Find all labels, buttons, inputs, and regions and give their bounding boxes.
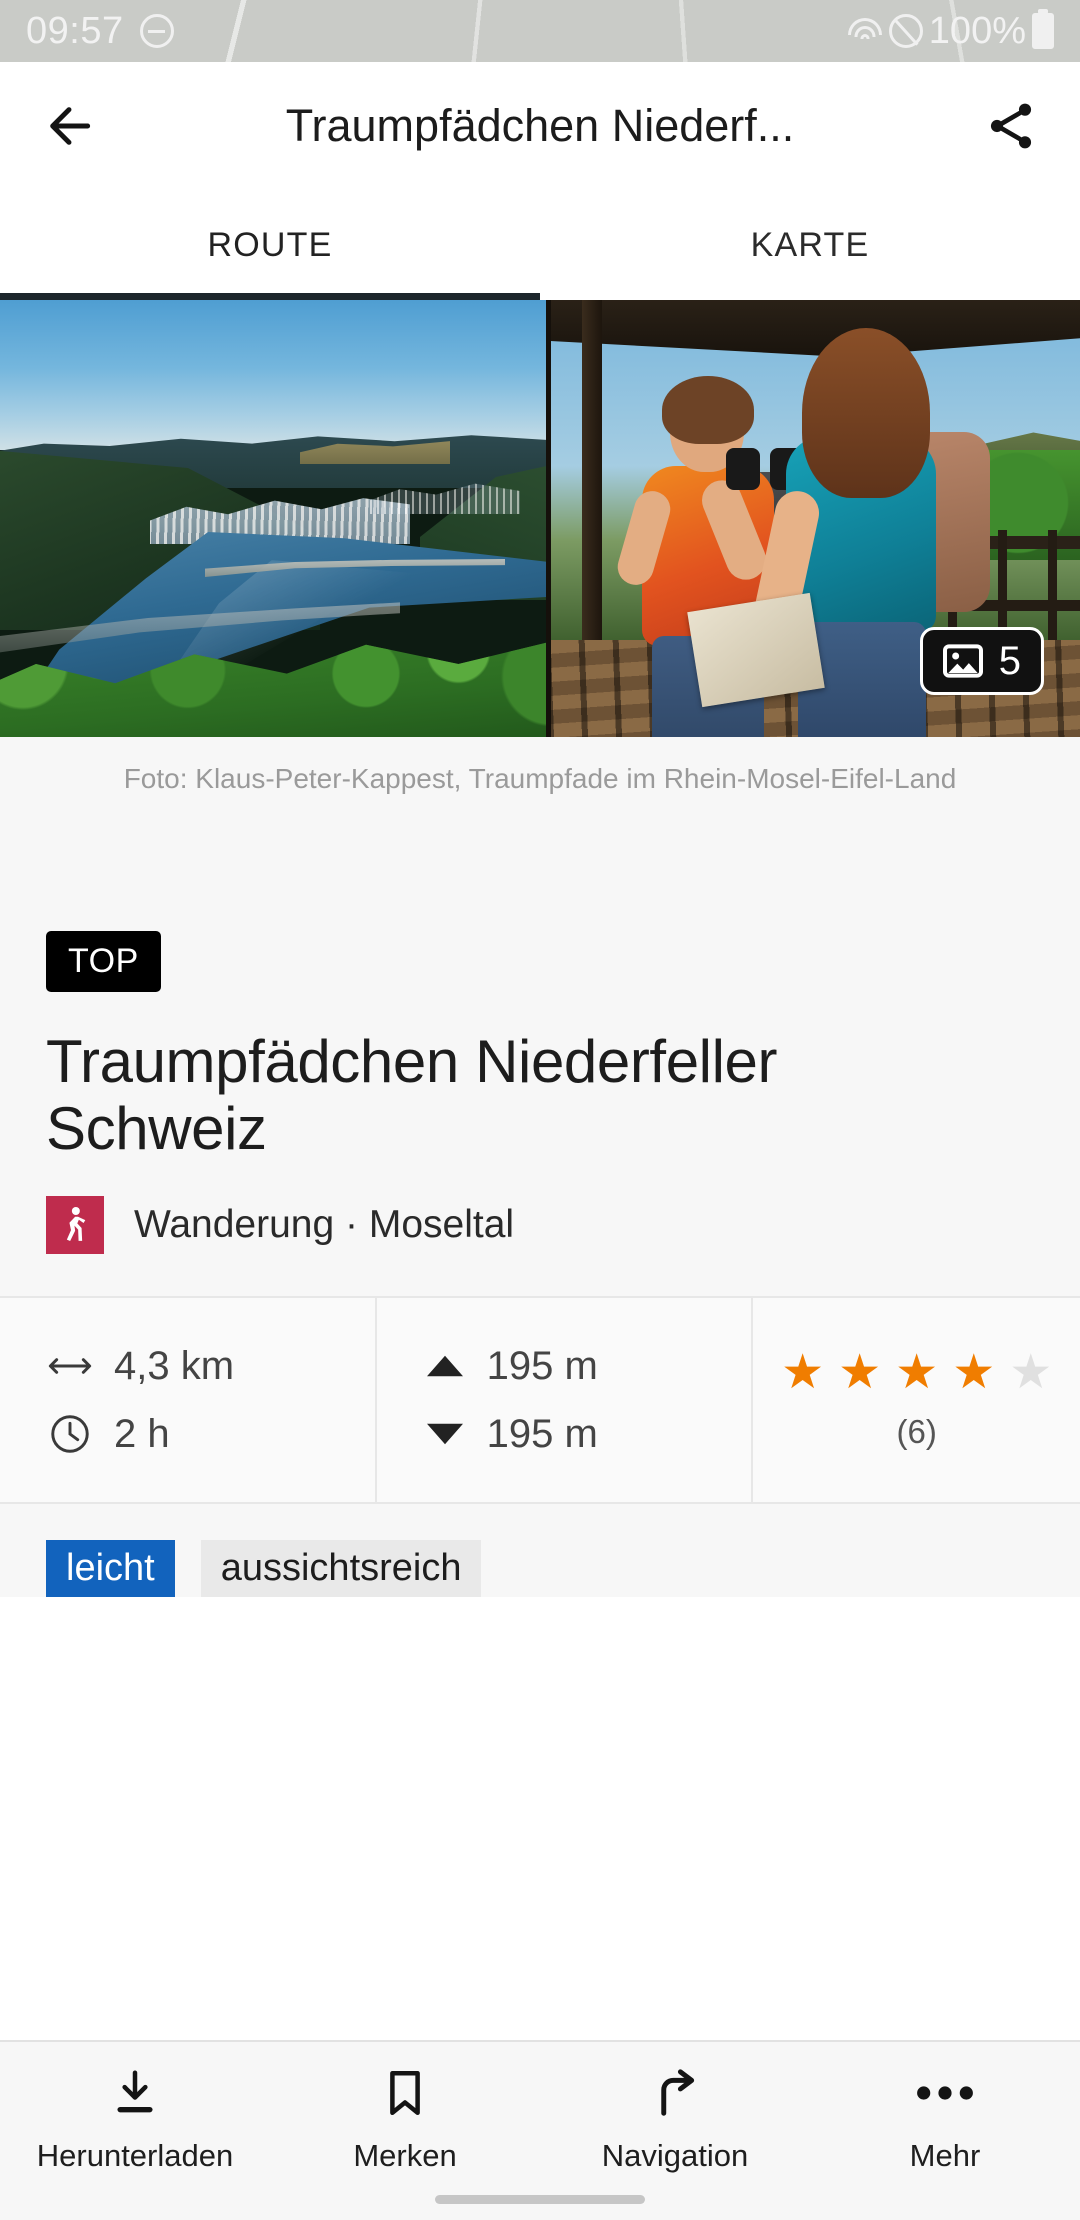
hero-hiker-a-hair [662,376,754,444]
action-bookmark[interactable]: Merken [270,2064,540,2174]
descent-value: 195 m [486,1411,598,1456]
star-filled: ★ [781,1346,825,1400]
action-more-label: Mehr [909,2138,981,2173]
arrow-left-icon [50,107,91,145]
stat-distance: 4,3 km [48,1332,375,1400]
action-navigation[interactable]: Navigation [540,2064,810,2174]
tour-title: Traumpfädchen Niederfeller Schweiz [46,1028,778,1163]
hero-post-divider [546,300,551,737]
battery-percent: 100% [928,9,1026,52]
ascent-icon [426,1356,463,1377]
stats-row: 4,3 km 2 h 195 m 195 m ★ ★ ★ ★ ★ (6) [0,1296,1080,1505]
hero-paper-map [687,592,825,708]
category-row: Wanderung · Moseltal [46,1196,1034,1255]
photo-caption: Foto: Klaus-Peter-Kappest, Traumpfade im… [0,737,1080,821]
category-label: Wanderung · Moseltal [134,1203,515,1247]
action-bookmark-label: Merken [353,2138,457,2173]
status-bar-right: 100% [847,10,1054,53]
navigation-arrow-icon [648,2064,702,2122]
status-time: 09:57 [26,9,124,52]
content-spacer [0,821,1080,931]
status-bar: 09:57 100% [0,0,1080,62]
rating-count: (6) [896,1413,937,1451]
photo-count: 5 [998,639,1021,683]
hero-image[interactable]: 5 [0,300,1080,737]
tab-karte[interactable]: KARTE [540,190,1080,300]
top-badge: TOP [46,931,161,992]
distance-value: 4,3 km [114,1343,235,1388]
stat-ascent: 195 m [425,1332,752,1400]
share-icon [990,103,1032,149]
hero-railing-baluster [1048,530,1057,640]
stat-cell-distance-duration: 4,3 km 2 h [0,1298,375,1502]
stat-cell-rating[interactable]: ★ ★ ★ ★ ★ (6) [751,1298,1080,1503]
descent-icon [426,1424,463,1445]
share-button[interactable] [976,91,1046,161]
action-more[interactable]: Mehr [810,2064,1080,2174]
image-icon [942,644,983,678]
duration-value: 2 h [114,1411,170,1456]
app-screen: 09:57 100% Traumpfädchen Niederf... ROUT… [0,0,1080,2220]
star-filled: ★ [895,1346,939,1400]
page-title: Traumpfädchen Niederf... [285,100,795,151]
tag-chips: leicht aussichtsreich [46,1540,1080,1598]
action-navigation-label: Navigation [601,2138,749,2173]
stat-descent: 195 m [425,1400,752,1468]
battery-icon [1032,13,1054,49]
app-bar: Traumpfädchen Niederf... [0,62,1080,190]
wifi-icon [847,16,883,46]
status-bar-left: 09:57 [26,10,174,53]
tab-bar: ROUTE KARTE [0,190,1080,300]
stat-cell-elevation: 195 m 195 m [374,1298,752,1503]
home-indicator[interactable] [435,2195,645,2204]
distance-icon [48,1358,92,1375]
hiker-glyph [66,1207,86,1242]
star-empty: ★ [1009,1346,1053,1400]
hero-sky [0,300,548,450]
bookmark-icon [378,2064,432,2122]
star-filled: ★ [952,1346,996,1400]
stat-duration: 2 h [48,1400,375,1468]
download-icon [108,2064,162,2122]
more-dots-icon [914,2064,976,2122]
tab-route[interactable]: ROUTE [0,190,540,300]
photo-count-badge[interactable]: 5 [919,627,1044,695]
no-sim-icon [888,14,923,48]
star-filled: ★ [838,1346,882,1400]
dnd-icon [139,14,174,48]
tab-indicator [0,293,540,300]
chip-attribute[interactable]: aussichtsreich [200,1540,482,1598]
chip-difficulty[interactable]: leicht [46,1540,175,1598]
hiking-icon [46,1196,104,1255]
ascent-value: 195 m [486,1343,598,1388]
back-button[interactable] [34,91,104,161]
clock-icon [51,1415,89,1454]
action-download[interactable]: Herunterladen [0,2064,270,2174]
rating-stars[interactable]: ★ ★ ★ ★ ★ [781,1349,1052,1397]
hero-hiker-b-hair [802,328,930,498]
bottom-action-bar: Herunterladen Merken Navigation Mehr [0,2040,1080,2220]
action-download-label: Herunterladen [36,2138,234,2173]
detail-content: TOP Traumpfädchen Niederfeller Schweiz W… [0,931,1080,1598]
